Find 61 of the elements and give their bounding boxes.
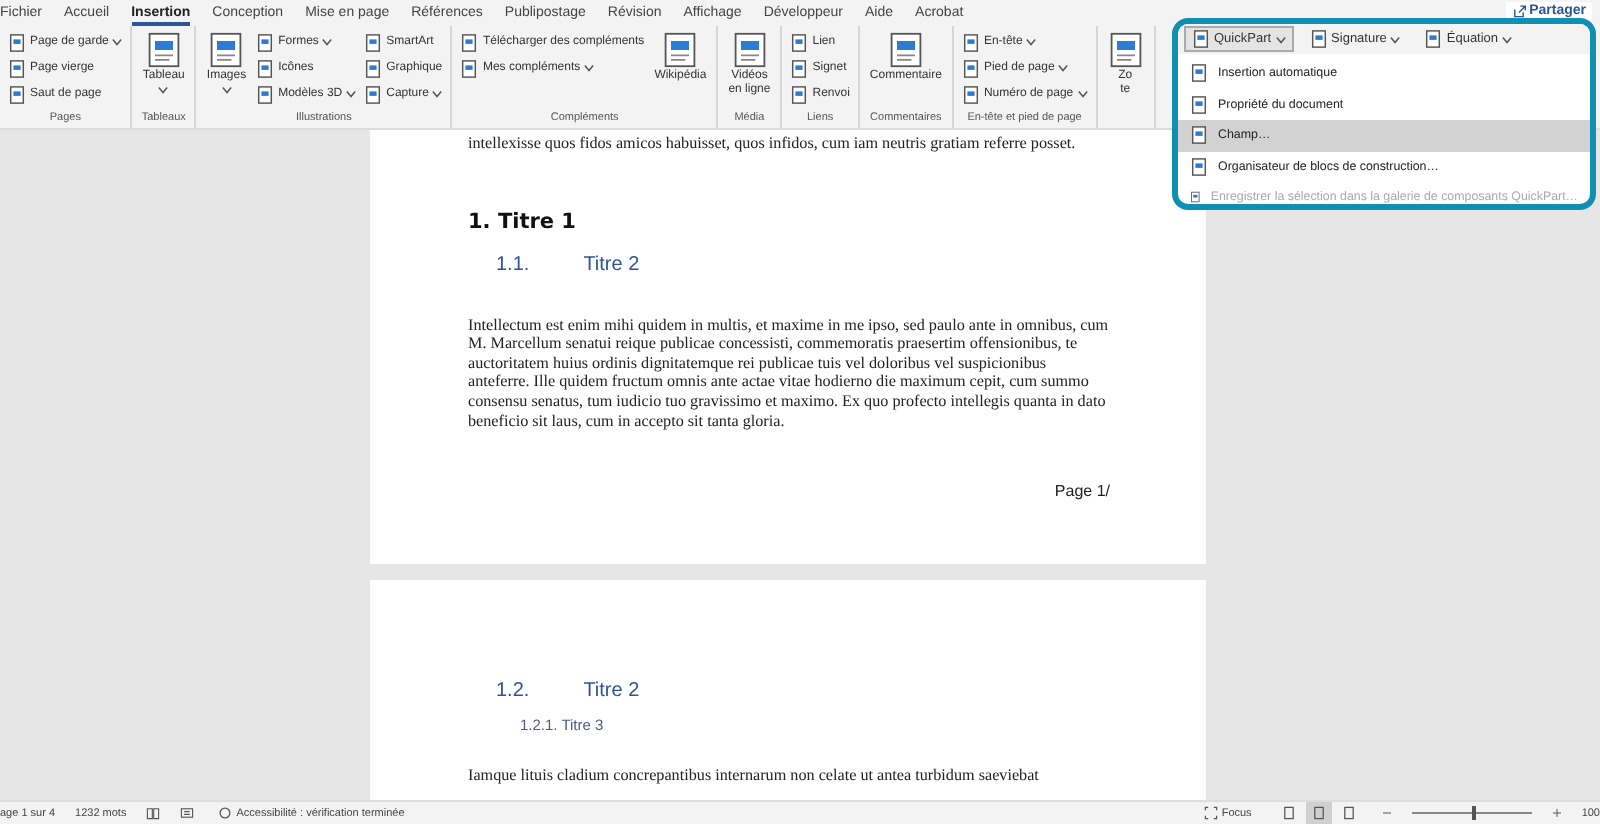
- heading-number: 1.2.: [496, 680, 530, 702]
- heading: Titre 2: [583, 253, 640, 276]
- caret-icon: [1275, 35, 1286, 43]
- document-icon: [256, 85, 275, 103]
- document-icon: [1424, 30, 1443, 48]
- document-icon: [364, 33, 383, 51]
- caret-icon: [1026, 38, 1037, 46]
- document-icon: [208, 32, 245, 68]
- document-icon: [731, 32, 768, 68]
- document-icon: [1190, 157, 1208, 176]
- document-icon: [1190, 126, 1208, 145]
- slider-thumb[interactable]: [1471, 806, 1476, 820]
- caret-icon: [1077, 90, 1088, 98]
- document-icon: [790, 85, 809, 103]
- caret-icon: [1058, 64, 1069, 72]
- document-icon: [460, 59, 479, 77]
- focus-icon: [1203, 806, 1218, 820]
- caret-icon: [1502, 35, 1513, 43]
- caret-icon: [112, 38, 123, 46]
- zoom-in-icon[interactable]: [1551, 808, 1562, 818]
- document-icon: [8, 85, 26, 103]
- document-icon: [961, 85, 980, 103]
- document-icon: [1190, 95, 1208, 114]
- heading: Titre 2: [583, 680, 640, 702]
- document-icon: [8, 59, 26, 77]
- caret-icon: [158, 86, 169, 95]
- heading: 1. Titre 1: [468, 209, 578, 234]
- view-button[interactable]: [1305, 802, 1332, 824]
- document-icon: [1309, 30, 1328, 48]
- document-icon: [1190, 188, 1201, 204]
- keyboard-icon[interactable]: [180, 806, 195, 820]
- document-icon: [887, 32, 924, 68]
- document-icon: [256, 33, 275, 51]
- document-icon: [961, 59, 980, 77]
- document-icon: [364, 85, 383, 103]
- caret-icon: [221, 86, 232, 95]
- body-paragraph: Iamque lituis cladium concrepantibus internarum non celate ut antea turbidum saeviebat: [468, 766, 1041, 786]
- document-icon: [662, 32, 699, 68]
- page-number: Page 1/: [1052, 482, 1110, 501]
- document-icon: [364, 59, 383, 77]
- document-icon: [790, 33, 809, 51]
- document-icon: [8, 33, 26, 51]
- caret-icon: [584, 64, 595, 72]
- document-icon: [961, 33, 980, 51]
- document-icon: [1107, 32, 1144, 68]
- body-paragraph: Intellectum est enim mihi quidem in multis, et maxime in me ipso, sed paulo ante in omnibus, cum M. Marcellum senatui reique publicae concessisti, commemoratis praesertim offensionibus, te auctoritatem huius ordinis dignitatemque rei publicae tuis vel doloribus vel suspicionibus anteferre. Ille quidem fructum omnis ante actae vitae hodierno die maximum cepit, cum summo consensu senatus, tum iudicio tuo gravissimo et maximo. Ex quo profecto intellegis quanta in dato beneficio sit laus, cum in accepto sit tanta gloria.: [468, 315, 1110, 431]
- document-icon: [460, 33, 479, 51]
- document-icon: [1190, 64, 1208, 83]
- caret-icon: [1390, 35, 1401, 43]
- share-icon: [1511, 4, 1526, 18]
- caret-icon: [346, 90, 357, 98]
- accessibility-icon: [218, 806, 233, 820]
- document-icon: [256, 59, 275, 77]
- heading-number: 1.1.: [496, 253, 530, 276]
- body-paragraph: intellexisse quos fidos amicos habuisset, quos infidos, cum iam neutris gratiam referre posset.: [468, 134, 1078, 154]
- caret-icon: [432, 90, 443, 98]
- book-icon[interactable]: [146, 806, 161, 820]
- document-icon: [790, 59, 809, 77]
- caret-icon: [322, 38, 333, 46]
- document-icon: [1192, 30, 1210, 48]
- document-icon: [145, 32, 182, 68]
